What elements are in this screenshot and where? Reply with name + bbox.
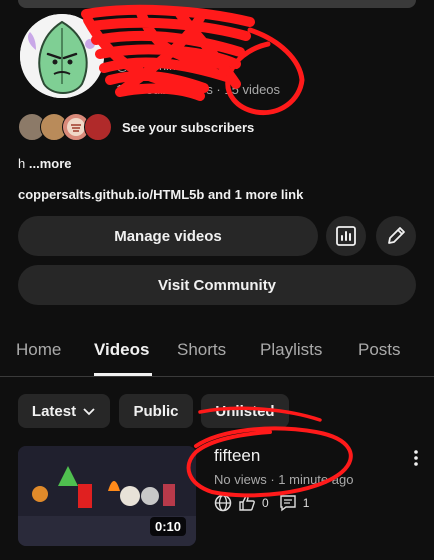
tab-posts[interactable]: Posts: [358, 340, 401, 360]
video-status-row: 0 1: [214, 494, 309, 512]
channel-handle: @ · he/him: [116, 58, 180, 73]
chevron-down-icon: [83, 408, 95, 416]
video-title[interactable]: fifteen: [214, 446, 260, 466]
active-tab-indicator: [94, 373, 152, 376]
bar-chart-icon: [336, 226, 356, 246]
tab-shorts[interactable]: Shorts: [177, 340, 226, 360]
leafy-avatar-image: [20, 14, 104, 98]
tab-videos[interactable]: Videos: [94, 340, 149, 360]
channel-stats: 1.4K subscribers · 15 videos: [116, 82, 281, 97]
tab-playlists[interactable]: Playlists: [260, 340, 322, 360]
channel-description[interactable]: h ...more: [18, 156, 71, 171]
channel-links[interactable]: coppersalts.github.io/HTML5b and 1 more …: [18, 187, 303, 202]
sort-label: Latest: [31, 402, 77, 420]
channel-avatar[interactable]: [20, 14, 104, 98]
subscriber-avatar: [84, 113, 112, 141]
analytics-button[interactable]: [326, 216, 366, 256]
more-link[interactable]: ...more: [29, 156, 72, 171]
description-text: h: [18, 156, 26, 171]
tab-home[interactable]: Home: [16, 340, 61, 360]
channel-tabs: Home Videos Shorts Playlists Posts: [0, 332, 434, 377]
video-duration: 0:10: [150, 517, 187, 536]
more-options-icon[interactable]: [410, 448, 422, 468]
subscribers-row[interactable]: See your subscribers: [18, 113, 254, 141]
globe-icon: [214, 494, 232, 512]
visit-community-button[interactable]: Visit Community: [18, 265, 416, 305]
like-icon: [239, 495, 255, 511]
like-count: 0: [262, 496, 269, 510]
manage-videos-button[interactable]: Manage videos: [18, 216, 318, 256]
sort-latest-chip[interactable]: Latest: [18, 394, 110, 428]
comment-icon: [279, 495, 296, 512]
filter-unlisted-chip[interactable]: Unlisted: [201, 394, 289, 428]
scribble-redaction: [225, 27, 305, 116]
pencil-icon: [388, 227, 405, 244]
comment-count: 1: [302, 496, 310, 510]
see-subscribers-link[interactable]: See your subscribers: [122, 120, 254, 135]
edit-channel-button[interactable]: [376, 216, 416, 256]
banner-strip: [18, 0, 416, 8]
video-meta: No views · 1 minute ago: [214, 472, 354, 487]
filter-public-chip[interactable]: Public: [119, 394, 193, 428]
